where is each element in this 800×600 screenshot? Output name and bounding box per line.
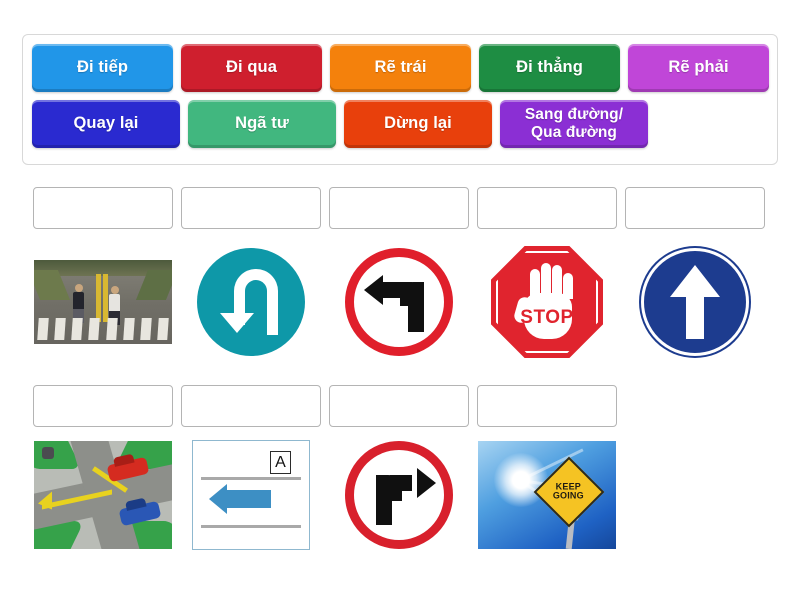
intersection-illustration-icon (34, 441, 172, 549)
dropzone-3[interactable] (329, 187, 469, 229)
tile-quay-lai[interactable]: Quay lại (32, 100, 180, 148)
dropzone-7[interactable] (181, 385, 321, 427)
go-straight-sign-icon (641, 248, 749, 356)
tile-label: Dừng lại (384, 114, 452, 133)
tile-nga-tu[interactable]: Ngã tư (188, 100, 336, 148)
tile-label-line-2: Qua đường (530, 124, 617, 141)
tile-label: Rẽ trái (374, 58, 427, 77)
tile-di-thang[interactable]: Đi thẳng (479, 44, 620, 92)
lane-arrow-card-icon: A (192, 440, 310, 550)
tile-dung-lai[interactable]: Dừng lại (344, 100, 492, 148)
tile-di-qua[interactable]: Đi qua (181, 44, 322, 92)
dropzone-4[interactable] (477, 187, 617, 229)
item-crosswalk-photo (33, 243, 173, 361)
dropzone-2[interactable] (181, 187, 321, 229)
word-bank-row-2: Quay lại Ngã tư Dừng lại Sang đường/ Qua… (32, 100, 769, 148)
tile-sang-duong-qua-duong[interactable]: Sang đường/ Qua đường (500, 100, 648, 148)
keep-going-sign-photo-icon: KEEP GOING (478, 441, 616, 549)
item-intersection-illustration (33, 436, 173, 554)
item-turn-right-sign (329, 436, 469, 554)
turn-left-sign-icon (345, 248, 453, 356)
dropzone-9[interactable] (477, 385, 617, 427)
left-arrow-icon (209, 484, 271, 514)
activity-stage: Đi tiếp Đi qua Rẽ trái Đi thẳng Rẽ phải … (0, 0, 800, 600)
dropzone-5[interactable] (625, 187, 765, 229)
tile-re-trai[interactable]: Rẽ trái (330, 44, 471, 92)
tile-label: Đi qua (225, 58, 278, 77)
keep-going-line-2: GOING (553, 490, 585, 501)
tile-label: Ngã tư (235, 114, 289, 133)
tile-re-phai[interactable]: Rẽ phải (628, 44, 769, 92)
dropzone-6[interactable] (33, 385, 173, 427)
tile-label: Rẽ phải (668, 58, 729, 77)
crosswalk-photo-icon (34, 260, 172, 344)
lane-label-a: A (270, 451, 291, 474)
item-stop-sign: STOP (477, 243, 617, 361)
dropzone-1[interactable] (33, 187, 173, 229)
word-bank-row-1: Đi tiếp Đi qua Rẽ trái Đi thẳng Rẽ phải (32, 44, 769, 92)
stop-sign-text: STOP (520, 307, 574, 328)
dropzone-8[interactable] (329, 385, 469, 427)
item-turn-left-sign (329, 243, 469, 361)
u-turn-sign-icon (197, 248, 305, 356)
dropzone-row-2 (33, 385, 617, 427)
item-row-2: A KEEP GOING (33, 436, 617, 554)
tile-label: Quay lại (73, 114, 139, 133)
word-bank: Đi tiếp Đi qua Rẽ trái Đi thẳng Rẽ phải … (22, 34, 778, 165)
item-u-turn-sign (181, 243, 321, 361)
tile-label-line-1: Sang đường/ (524, 106, 624, 124)
dropzone-row-1 (33, 187, 765, 229)
item-row-1: STOP (33, 243, 765, 361)
turn-right-sign-icon (345, 441, 453, 549)
tile-label: Đi tiếp (76, 58, 129, 77)
stop-sign-icon: STOP (491, 246, 603, 358)
tile-label: Sang đường/ Qua đường (525, 106, 623, 142)
item-keep-going-sign-photo: KEEP GOING (477, 436, 617, 554)
tile-label: Đi thẳng (516, 58, 583, 77)
item-lane-arrow-card: A (181, 436, 321, 554)
tile-di-tiep[interactable]: Đi tiếp (32, 44, 173, 92)
item-go-straight-sign (625, 243, 765, 361)
